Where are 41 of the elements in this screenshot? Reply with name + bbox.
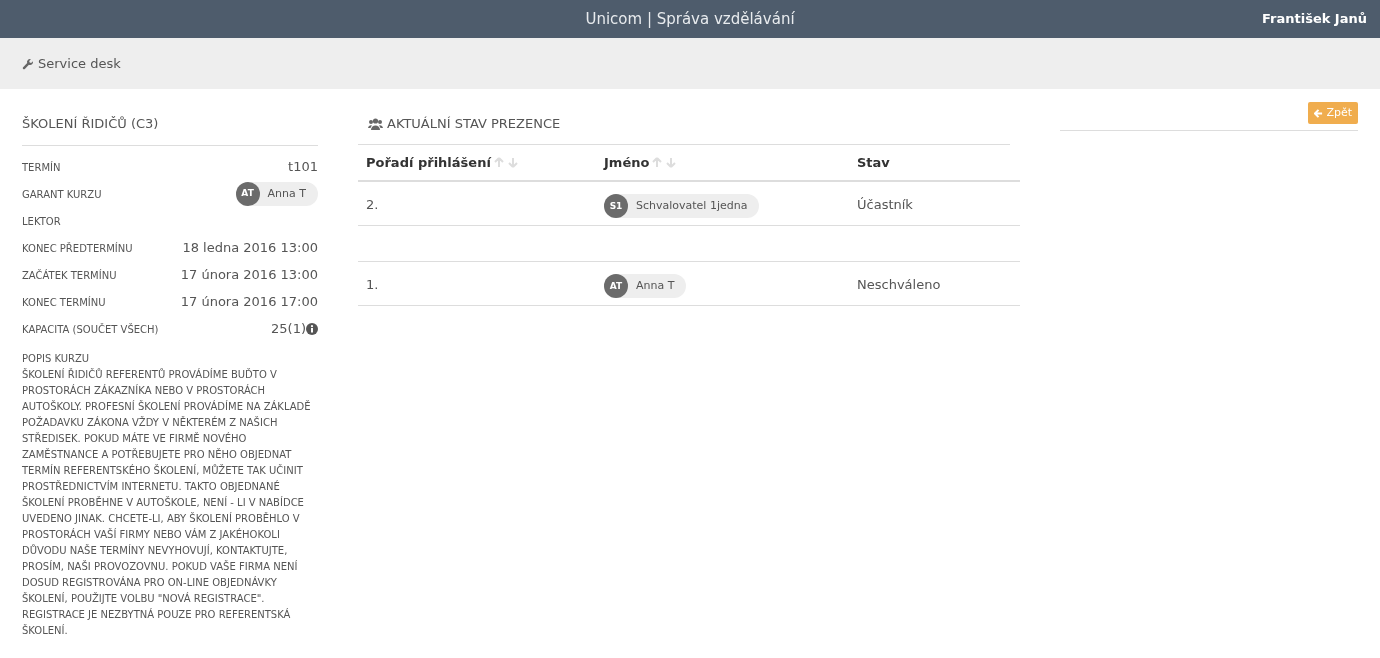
user-name[interactable]: František Janů xyxy=(1262,9,1367,29)
field-value: 25(1) xyxy=(271,320,306,339)
avatar-initials: AT xyxy=(604,274,628,299)
field-value: 18 ledna 2016 13:00 xyxy=(182,239,318,258)
field-value: 17 února 2016 17:00 xyxy=(180,293,318,312)
person-name: Schvalovatel 1jedna xyxy=(636,198,748,214)
course-title: ŠKOLENÍ ŘIDIČŮ (C3) xyxy=(22,114,318,146)
column-header: Stav xyxy=(857,154,890,172)
app-title: Unicom | Správa vzdělávání xyxy=(585,8,795,30)
arrow-left-icon xyxy=(1314,108,1324,118)
field-label: TERMÍN xyxy=(22,160,61,175)
description-text: ŠKOLENÍ ŘIDIČŮ REFERENTŮ PROVÁDÍME BUĎTO V PROSTORÁCH ZÁKAZNÍKA NEBO V PROSTORÁCH AUTOŠKOLY. PROFESNÍ ŠKOLENÍ PROVÁDÍME NA ZÁKLADĚ POŽADAVKU ZÁKONA VŽDY V NĚKTERÉM Z NAŠICH STŘEDISEK. POKUD MÁTE VE FIRMĚ NOVÉHO ZAMĚSTNANCE A POTŘEBUJETE PRO NĚHO OBJEDNAT TERMÍN REFERENTSKÉHO ŠKOLENÍ, MŮŽETE TAK UČINIT PROSTŘEDNICTVÍM INTERNETU. TAKTO OBJEDNANÉ ŠKOLENÍ PROBĚHNE V AUTOŠKOLE, NENÍ - LI V NABÍDCE UVEDENO JINAK. CHCETE-LI, ABY ŠKOLENÍ PROBĚHLO V PROSTORÁCH VAŠÍ FIRMY NEBO VÁM Z JAKÉHOKOLI DŮVODU NAŠE TERMÍNY NEVYHOVUJÍ, KONTAKTUJTE, PROSÍM, NAŠI PROVOZOVNU. POKUD VAŠE FIRMA NENÍ DOSUD REGISTROVÁNA PRO ON-LINE OBJEDNÁVKY ŠKOLENÍ, POUŽIJTE VOLBU "NOVÁ REGISTRACE". REGISTRACE JE NEZBYTNÁ POUZE PRO REFERENTSKÁ ŠKOLENÍ. xyxy=(22,367,312,638)
person-name: Anna T xyxy=(267,185,306,202)
person-chip[interactable]: AT Anna T xyxy=(604,274,687,299)
field-label: ZAČÁTEK TERMÍNU xyxy=(22,268,117,283)
column-header[interactable]: Jméno xyxy=(604,153,679,173)
field-label: KONEC TERMÍNU xyxy=(22,295,106,310)
section-title: AKTUÁLNÍ STAV PREZENCE xyxy=(387,115,561,133)
table-cell: 2. xyxy=(366,196,379,212)
field-value: t101 xyxy=(288,158,318,177)
person-chip[interactable]: S1 Schvalovatel 1jedna xyxy=(604,194,760,219)
wrench-icon xyxy=(22,57,34,70)
breadcrumb-link[interactable]: Service desk xyxy=(38,53,121,74)
field-label: KAPACITA (SOUČET VŠECH) xyxy=(22,322,159,337)
person-name: Anna T xyxy=(636,278,675,294)
field-label: GARANT KURZU xyxy=(22,187,102,202)
field-label: KONEC PŘEDTERMÍNU xyxy=(22,241,133,256)
person-chip[interactable]: AT Anna T xyxy=(235,182,318,206)
description-label: POPIS KURZU xyxy=(22,351,91,366)
sort-arrows-icon[interactable] xyxy=(652,157,679,169)
field-label: LEKTOR xyxy=(22,214,61,229)
sort-arrows-icon[interactable] xyxy=(493,157,520,169)
field-value: 17 února 2016 13:00 xyxy=(180,266,318,285)
info-icon[interactable] xyxy=(306,323,318,335)
table-cell: Neschváleno xyxy=(857,276,941,292)
avatar-initials: AT xyxy=(235,182,260,206)
users-icon xyxy=(368,117,383,130)
column-header[interactable]: Pořadí přihlášení xyxy=(366,153,520,173)
table-cell: Účastník xyxy=(857,196,913,212)
table-cell: 1. xyxy=(366,276,379,292)
avatar-initials: S1 xyxy=(604,194,628,219)
